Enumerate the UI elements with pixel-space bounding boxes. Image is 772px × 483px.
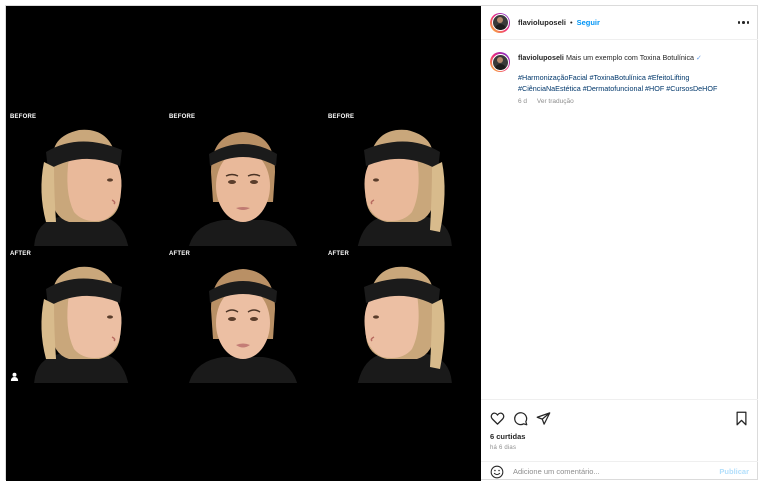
photo-label: AFTER: [169, 251, 190, 257]
caption-text: Mais um exemplo com Toxina Botulínica: [565, 53, 695, 62]
before-after-grid: BEFORE BEFORE BEFORE AFTER AFTER AFTER: [6, 113, 481, 383]
photo-before-front: BEFORE: [165, 113, 321, 246]
post-image[interactable]: BEFORE BEFORE BEFORE AFTER AFTER AFTER: [6, 6, 481, 481]
share-icon[interactable]: [536, 411, 551, 426]
caption-block: flavioluposeli Mais um exemplo com Toxin…: [481, 40, 758, 107]
bookmark-icon[interactable]: [734, 411, 749, 426]
follow-button[interactable]: Seguir: [577, 18, 600, 27]
more-horizontal-icon[interactable]: [737, 21, 749, 24]
tagged-user-icon[interactable]: [10, 372, 19, 381]
caption-avatar[interactable]: [490, 52, 510, 72]
face-right-profile: [34, 129, 129, 246]
photo-after-profile-left: AFTER: [6, 250, 162, 383]
comment-bar: Publicar: [481, 461, 758, 481]
post-comment-button[interactable]: Publicar: [719, 467, 749, 476]
photo-label: AFTER: [328, 251, 349, 257]
photo-before-profile-left: BEFORE: [6, 113, 162, 246]
comment-icon[interactable]: [513, 411, 528, 426]
caption-body: flavioluposeli Mais um exemplo com Toxin…: [518, 52, 717, 107]
face-right-profile: [34, 266, 129, 383]
caption-meta: 6 d Ver tradução: [518, 96, 717, 107]
post-side-panel: flavioluposeli • Seguir flavioluposeli M…: [481, 6, 758, 481]
caption-line: flavioluposeli Mais um exemplo com Toxin…: [518, 52, 717, 64]
photo-label: BEFORE: [10, 114, 37, 120]
post-timestamp[interactable]: há 6 dias: [490, 445, 749, 451]
action-bar: [490, 408, 749, 428]
hashtags-line[interactable]: #CiênciaNaEstética #Dermatofuncional #HO…: [518, 83, 717, 94]
photo-after-front: AFTER: [165, 250, 321, 383]
see-translation-link[interactable]: Ver tradução: [537, 98, 574, 105]
hashtags: #HarmonizaçãoFacial #ToxinaBotulínica #E…: [518, 72, 717, 94]
header-username[interactable]: flavioluposeli: [518, 18, 566, 27]
avatar[interactable]: [490, 12, 510, 33]
caption-age: 6 d: [518, 98, 528, 105]
face-front: [189, 132, 297, 246]
hashtags-line[interactable]: #HarmonizaçãoFacial #ToxinaBotulínica #E…: [518, 72, 717, 83]
actions-area: 6 curtidas há 6 dias: [481, 399, 758, 451]
photo-label: BEFORE: [169, 114, 196, 120]
caption-username[interactable]: flavioluposeli: [518, 53, 564, 62]
face-front: [189, 269, 297, 383]
face-left-profile: [357, 129, 452, 246]
emoji-icon[interactable]: [490, 465, 504, 479]
comment-input[interactable]: [513, 467, 720, 476]
post-header: flavioluposeli • Seguir: [481, 6, 758, 40]
photo-label: AFTER: [10, 251, 31, 257]
photo-before-profile-right: BEFORE: [324, 113, 480, 246]
verified-icon: ✓: [696, 55, 702, 62]
post-modal: BEFORE BEFORE BEFORE AFTER AFTER AFTER f…: [5, 5, 758, 481]
photo-label: BEFORE: [328, 114, 355, 120]
likes-count[interactable]: 6 curtidas: [490, 432, 749, 441]
heart-icon[interactable]: [490, 411, 505, 426]
photo-after-profile-right: AFTER: [324, 250, 480, 383]
separator-dot: •: [569, 18, 573, 27]
face-left-profile: [357, 266, 452, 383]
